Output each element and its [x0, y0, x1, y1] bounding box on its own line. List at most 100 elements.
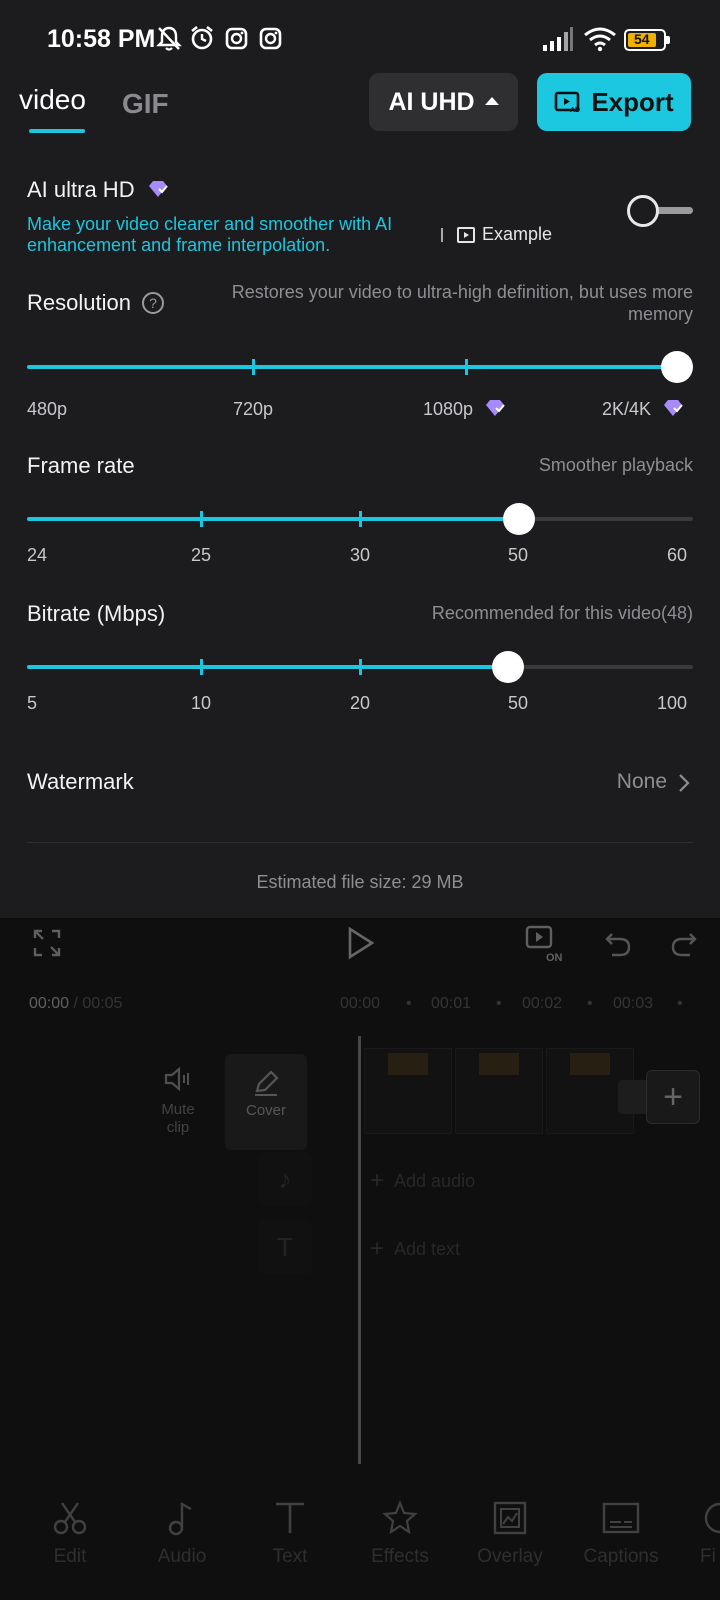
slider-fill	[27, 665, 507, 669]
help-icon[interactable]: ?	[141, 291, 165, 315]
slider-thumb[interactable]	[503, 503, 535, 535]
ai-ultra-hd-toggle[interactable]	[627, 194, 693, 228]
quality-label: AI UHD	[388, 87, 475, 116]
ruler-mark: 00:03	[613, 995, 654, 1012]
cover-label: Cover	[245, 1102, 286, 1119]
ai-ultra-hd-row: AI ultra HD	[27, 177, 169, 203]
resolution-option-720p[interactable]: 720p	[233, 399, 273, 420]
music-note-icon: ♪	[258, 1152, 312, 1206]
option-text: 1080p	[423, 399, 474, 419]
ruler-mark: 00:00	[340, 995, 381, 1012]
alarm-icon	[191, 25, 213, 50]
slider-tick	[200, 511, 203, 527]
add-text-button[interactable]: + Add text	[370, 1225, 460, 1273]
add-clip-button[interactable]: +	[646, 1070, 700, 1124]
premium-diamond-icon	[148, 181, 168, 197]
play-icon[interactable]	[346, 926, 376, 960]
resolution-option-1080p[interactable]: 1080p	[423, 399, 506, 420]
clip-handle[interactable]	[618, 1080, 648, 1114]
frame-rate-option[interactable]: 60	[667, 545, 687, 566]
nav-audio[interactable]: Audio	[147, 1500, 217, 1568]
music-note-icon	[168, 1501, 192, 1536]
bitrate-option[interactable]: 20	[350, 693, 370, 714]
quality-dropdown-button[interactable]: AI UHD	[369, 73, 518, 131]
battery-level: 54	[634, 31, 650, 47]
bitrate-hint: Recommended for this video(48)	[431, 603, 693, 623]
option-text: 2K/4K	[602, 399, 652, 419]
frame-rate-option[interactable]: 25	[191, 545, 211, 566]
mute-clip-button[interactable]: Mute clip	[152, 1066, 204, 1137]
frame-rate-option[interactable]: 30	[350, 545, 370, 566]
text-icon	[276, 1502, 304, 1533]
add-audio-label: Add audio	[394, 1170, 476, 1191]
text-icon: T	[258, 1220, 312, 1274]
watermark-label: Watermark	[27, 769, 134, 794]
bitrate-option[interactable]: 10	[191, 693, 211, 714]
active-tab-indicator	[29, 129, 85, 133]
export-label: Export	[591, 86, 674, 117]
example-label: Example	[482, 224, 553, 244]
video-clip-thumbnail[interactable]	[364, 1048, 452, 1134]
ruler-dot: •	[587, 995, 593, 1012]
resolution-label: Resolution	[27, 290, 131, 315]
nav-label: Edit	[53, 1546, 87, 1567]
slider-fill	[27, 517, 519, 521]
slider-tick	[359, 659, 362, 675]
bitrate-option[interactable]: 100	[657, 693, 687, 714]
total-time: / 00:05	[73, 995, 123, 1012]
fullscreen-icon[interactable]	[32, 928, 62, 958]
playhead[interactable]	[358, 1036, 361, 1464]
instagram-icon	[225, 27, 248, 50]
status-time: 10:58 PM	[47, 25, 156, 53]
nav-effects[interactable]: Effects	[360, 1500, 440, 1568]
nav-label: Overlay	[477, 1546, 543, 1567]
slider-fill	[27, 365, 693, 369]
add-text-label: Add text	[394, 1238, 461, 1259]
nav-captions[interactable]: Captions	[576, 1500, 666, 1568]
bitrate-option[interactable]: 5	[27, 693, 37, 714]
caret-up-icon	[484, 97, 499, 105]
scissors-icon	[53, 1502, 87, 1535]
mute-clip-label: Mute clip	[161, 1101, 195, 1136]
watermark-value: None	[616, 770, 667, 793]
frame-rate-option[interactable]: 24	[27, 545, 47, 566]
slider-thumb[interactable]	[661, 351, 693, 383]
plus-icon: +	[370, 1235, 385, 1262]
resolution-option-480p[interactable]: 480p	[27, 399, 67, 420]
current-time: 00:00	[29, 995, 70, 1012]
add-audio-button[interactable]: + Add audio	[370, 1157, 475, 1205]
signal-icon	[543, 27, 573, 51]
status-bar: 10:58 PM 54	[0, 0, 720, 70]
frame-rate-label: Frame rate	[27, 453, 135, 478]
preview-on-icon[interactable]: ON	[524, 924, 568, 964]
ruler-dot: •	[677, 995, 683, 1012]
ruler-mark: 00:01	[431, 995, 472, 1012]
frame-rate-option[interactable]: 50	[508, 545, 528, 566]
frame-rate-slider[interactable]	[27, 503, 693, 535]
resolution-slider[interactable]	[27, 351, 693, 383]
separator	[441, 228, 443, 242]
tab-gif[interactable]: GIF	[122, 88, 169, 120]
bitrate-label: Bitrate (Mbps)	[27, 601, 166, 626]
export-button[interactable]: AD Export	[537, 73, 691, 131]
nav-filters[interactable]: Fi	[700, 1500, 720, 1568]
tab-video[interactable]: video	[19, 84, 86, 116]
nav-label: Fi	[700, 1546, 716, 1567]
cover-button[interactable]: Cover	[225, 1054, 307, 1150]
bitrate-option[interactable]: 50	[508, 693, 528, 714]
redo-icon[interactable]	[670, 928, 698, 958]
watermark-row[interactable]: Watermark None	[27, 765, 693, 801]
filter-icon	[704, 1502, 720, 1534]
nav-edit[interactable]: Edit	[40, 1500, 100, 1568]
resolution-option-2k-4k[interactable]: 2K/4K	[602, 399, 684, 420]
example-link[interactable]: Example	[457, 224, 552, 245]
ai-ultra-hd-description: Make your video clearer and smoother wit…	[27, 214, 393, 255]
bitrate-slider[interactable]	[27, 651, 693, 683]
nav-label: Captions	[583, 1546, 659, 1567]
nav-text[interactable]: Text	[260, 1500, 320, 1568]
bottom-toolbar: Edit Audio Text Effects Overlay Captions…	[0, 1500, 720, 1600]
nav-overlay[interactable]: Overlay	[470, 1500, 550, 1568]
slider-thumb[interactable]	[492, 651, 524, 683]
video-clip-thumbnail[interactable]	[455, 1048, 543, 1134]
undo-icon[interactable]	[604, 928, 632, 958]
